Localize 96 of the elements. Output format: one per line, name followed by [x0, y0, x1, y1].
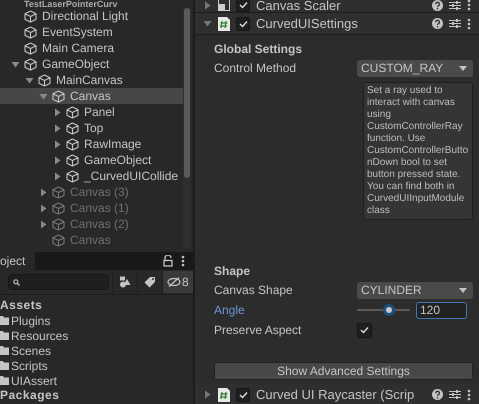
cube-icon: [66, 154, 79, 166]
show-advanced-button[interactable]: Show Advanced Settings: [214, 362, 473, 380]
component-title: Curved UI Raycaster (Scrip: [256, 387, 416, 402]
hierarchy-item[interactable]: GameObject: [0, 56, 183, 72]
component-title: Canvas Scaler: [256, 0, 342, 12]
expand-arrow-icon[interactable]: [39, 92, 48, 100]
slider-thumb[interactable]: [382, 304, 395, 316]
expand-arrow-icon[interactable]: [53, 124, 62, 132]
hierarchy-item[interactable]: Panel: [0, 104, 183, 120]
sliders-icon: [449, 389, 461, 400]
hierarchy-item[interactable]: MainCanvas: [0, 72, 183, 88]
script-icon: [218, 16, 230, 30]
section-heading: Global Settings: [214, 41, 304, 58]
expand-arrow-icon[interactable]: [39, 220, 48, 228]
hierarchy-item[interactable]: Top: [0, 120, 183, 136]
expand-arrow-icon[interactable]: [11, 60, 20, 68]
expand-arrow-icon[interactable]: [53, 172, 62, 180]
scrollbar[interactable]: [183, 8, 191, 248]
project-tab[interactable]: oject: [0, 252, 36, 270]
expand-arrow-icon[interactable]: [53, 140, 62, 148]
cube-icon: [52, 202, 65, 214]
expand-arrow-icon[interactable]: [39, 188, 48, 196]
expand-arrow-icon[interactable]: [53, 156, 62, 164]
cube-icon: [66, 170, 79, 182]
caret-icon: [459, 66, 467, 70]
caret-icon: [459, 288, 467, 292]
folder-item[interactable]: Scenes: [0, 343, 193, 358]
cube-icon: [38, 74, 51, 86]
check-icon: [238, 1, 248, 9]
cube-icon: [24, 42, 37, 54]
expand-arrow-icon[interactable]: [203, 390, 212, 399]
hierarchy-item[interactable]: EventSystem: [0, 24, 183, 40]
cube-icon: [52, 186, 65, 198]
cube-icon: [52, 234, 65, 246]
sliders-icon: [449, 18, 461, 29]
cube-icon: [24, 58, 37, 70]
component-header[interactable]: Canvas Scaler: [195, 0, 479, 13]
help-icon: [432, 389, 443, 400]
cube-icon: [66, 138, 79, 150]
folder-item[interactable]: Scripts: [0, 358, 193, 373]
shapes-icon: [118, 276, 131, 288]
cube-icon: [52, 90, 65, 102]
scene-title: TestLaserPointerCurv: [24, 0, 118, 8]
hidden-toggle[interactable]: 8: [162, 271, 193, 293]
expand-arrow-icon[interactable]: [25, 76, 34, 84]
field-label: Angle: [214, 303, 246, 317]
scale-icon: [218, 0, 230, 11]
more-icon: [467, 18, 471, 30]
hierarchy-item[interactable]: GameObject: [0, 152, 183, 168]
expand-arrow-icon[interactable]: [53, 108, 62, 116]
enable-checkbox[interactable]: [236, 0, 250, 12]
field-label: Preserve Aspect: [214, 323, 302, 337]
more-icon: [467, 388, 471, 400]
hierarchy-item[interactable]: Main Camera: [0, 40, 183, 56]
eye-slash-icon: [166, 277, 181, 287]
dropdown[interactable]: CYLINDER: [357, 282, 473, 298]
search-field[interactable]: [8, 274, 110, 290]
check-icon: [238, 390, 248, 398]
more-icon: [467, 0, 471, 11]
folder-item[interactable]: Resources: [0, 328, 193, 343]
checkbox[interactable]: [357, 322, 372, 338]
check-icon: [238, 20, 248, 28]
folder-item[interactable]: Plugins: [0, 313, 193, 328]
dropdown[interactable]: CUSTOM_RAY: [357, 60, 473, 76]
cube-icon: [52, 218, 65, 230]
folder-item[interactable]: UIAssert: [0, 373, 193, 388]
enable-checkbox[interactable]: [236, 16, 250, 30]
more-icon[interactable]: [181, 255, 185, 267]
field-label: Control Method: [214, 61, 298, 75]
hierarchy-item[interactable]: _CurvedUICollide: [0, 168, 183, 184]
cube-icon: [66, 106, 79, 118]
section-label[interactable]: Packages: [0, 388, 193, 403]
expand-arrow-icon[interactable]: [39, 204, 48, 212]
hierarchy-item[interactable]: Canvas: [0, 88, 183, 104]
expand-arrow-icon[interactable]: [203, 0, 212, 10]
field-label: Canvas Shape: [214, 283, 294, 297]
enable-checkbox[interactable]: [236, 388, 250, 402]
hierarchy-item[interactable]: RawImage: [0, 136, 183, 152]
section-heading: Shape: [214, 263, 252, 280]
script-icon: [218, 388, 230, 402]
component-title: CurvedUISettings: [256, 16, 359, 31]
expand-arrow-icon[interactable]: [203, 19, 212, 28]
number-field[interactable]: 120: [416, 302, 467, 318]
help-icon: [432, 0, 443, 10]
check-icon: [360, 326, 369, 334]
hierarchy-item[interactable]: Directional Light: [0, 8, 183, 24]
cube-icon: [66, 122, 79, 134]
search-icon: [13, 278, 20, 286]
section-label[interactable]: Assets: [0, 298, 193, 313]
sliders-icon: [449, 0, 461, 10]
cube-icon: [24, 10, 37, 22]
help-icon: [432, 18, 443, 29]
help-text: Set a ray used to interact with canvas using CustomControllerRay function. Use CustomControllerButtonDown bool to set button pressed state. You can find both in CurvedUIInputModule class: [363, 82, 473, 220]
cube-icon: [24, 26, 37, 38]
tag-icon: [144, 276, 156, 288]
lock-icon[interactable]: [163, 255, 173, 267]
